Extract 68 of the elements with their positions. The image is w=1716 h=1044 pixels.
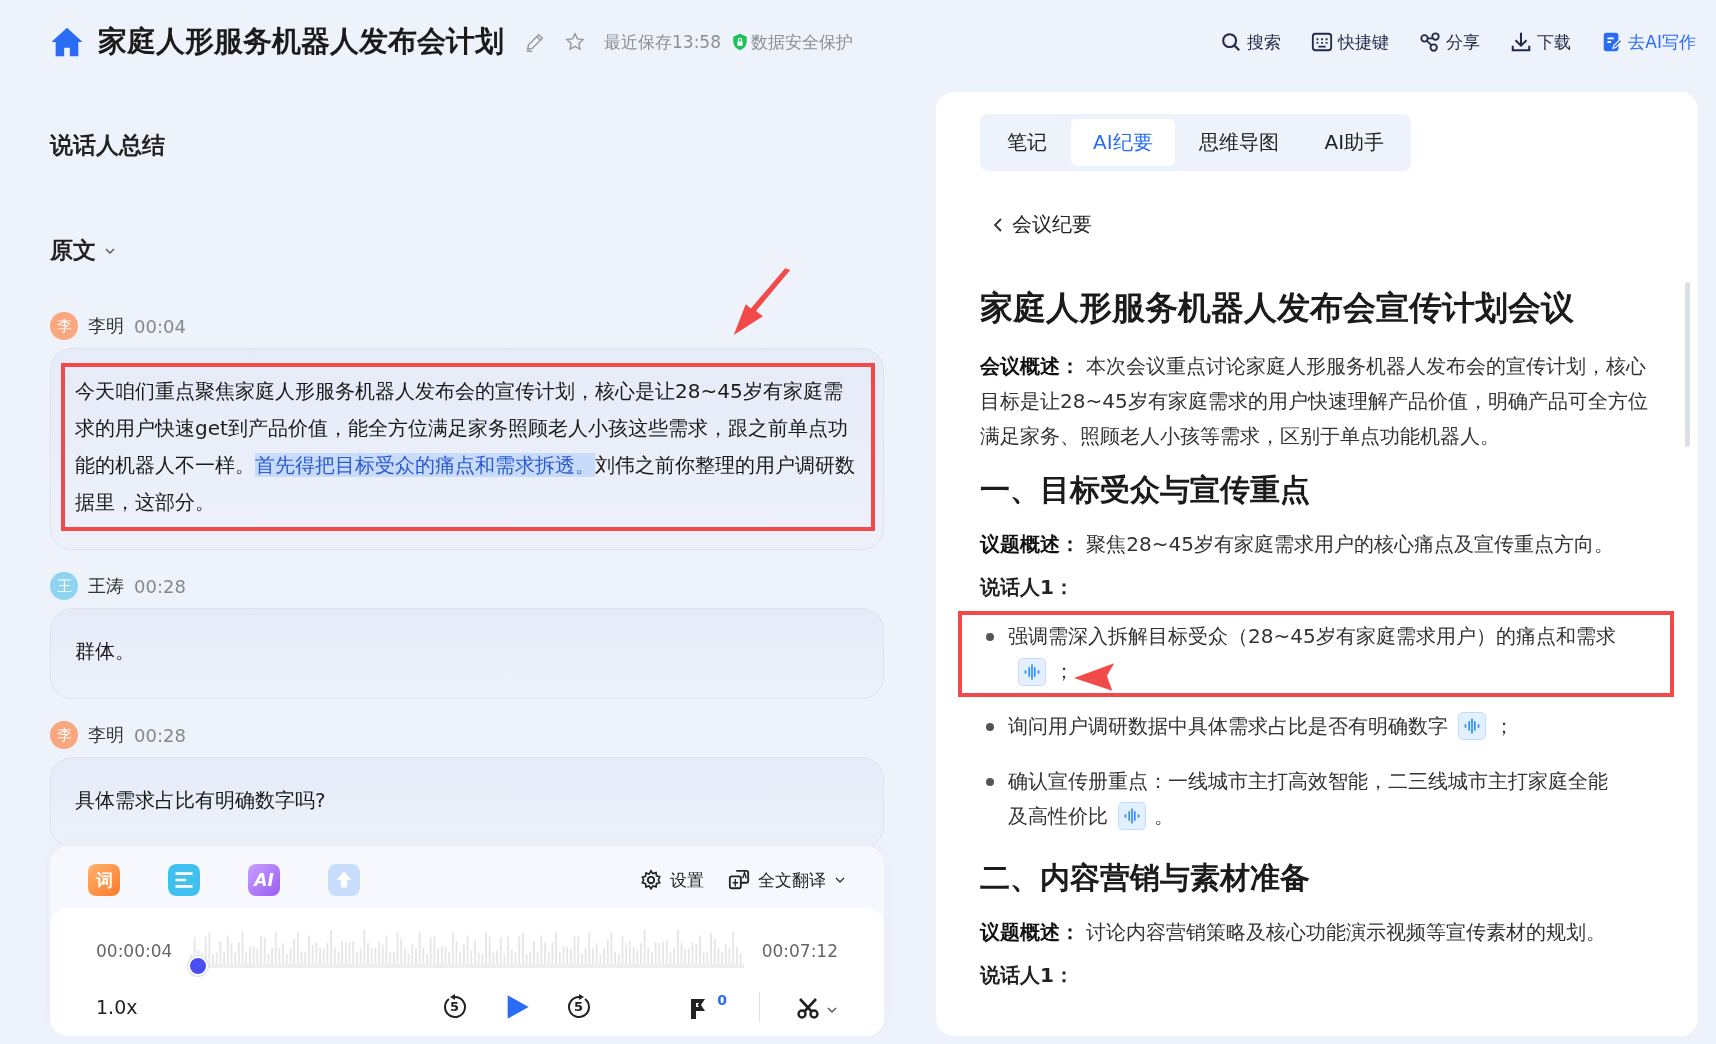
speed-button[interactable]: 1.0x — [96, 996, 216, 1018]
bullet-text: 询问用户调研数据中具体需求占比是否有明确数字 ； — [1008, 711, 1514, 742]
search-button[interactable]: 搜索 — [1220, 30, 1282, 54]
translate-button[interactable]: 全文翻译 — [728, 868, 846, 892]
section-heading: 二、内容营销与素材准备 — [980, 859, 1311, 897]
star-icon[interactable] — [564, 31, 586, 53]
write-button[interactable]: 去AI写作 — [1601, 30, 1696, 54]
annotation-arrow — [732, 268, 792, 337]
speaker-label: 说话人1： — [980, 962, 1075, 989]
audio-wave-icon[interactable] — [1458, 712, 1486, 740]
tab[interactable]: AI助手 — [1302, 119, 1407, 166]
security-label: 数据安全保护 — [751, 30, 853, 54]
total-time: 00:07:12 — [761, 941, 838, 961]
settings-icon — [640, 869, 662, 891]
download-icon — [1510, 31, 1533, 53]
home-icon[interactable] — [50, 25, 84, 59]
search-icon — [1220, 31, 1243, 53]
bullet-icon — [986, 723, 994, 731]
section-title: 说话人总结 — [50, 131, 166, 160]
shield-lock-icon — [731, 33, 749, 51]
summary-paragraph: 议题概述： 聚焦28~45岁有家庭需求用户的核心痛点及宣传重点方向。 — [980, 531, 1615, 558]
summary-paragraph: 会议概述： 本次会议重点讨论家庭人形服务机器人发布会的宣传计划，核心目标是让28~45岁有家庭需求的用户快速理解产品价值，明确产品可全方位满足家务、照顾老人小孩等需求，区别于单点功能机器人。 — [980, 353, 1649, 450]
keyboard-icon — [1311, 31, 1334, 53]
message-text: 具体需求占比有明确数字吗? — [75, 787, 327, 814]
settings-button[interactable]: 设置 — [640, 868, 704, 892]
speaker-label: 说话人1： — [980, 574, 1075, 601]
audio-wave-icon[interactable] — [1118, 802, 1146, 830]
scissors-icon[interactable] — [796, 996, 820, 1020]
chevron-left-icon — [992, 216, 1004, 233]
playhead-handle[interactable] — [187, 956, 208, 976]
share-icon — [1419, 31, 1442, 53]
speaker-name: 李明 — [88, 314, 124, 338]
speaker-name: 王涛 — [88, 574, 124, 598]
keyboard-button[interactable]: 快捷键 — [1311, 30, 1390, 54]
tab[interactable]: 笔记 — [985, 119, 1069, 166]
share-button[interactable]: 分享 — [1419, 30, 1481, 54]
bullet-icon — [986, 633, 994, 641]
speaker-avatar: 李 — [50, 721, 78, 749]
bullet-punctuation: ； — [1054, 658, 1074, 685]
speaker-avatar: 李 — [50, 312, 78, 340]
forward-button[interactable]: 5 — [564, 993, 593, 1021]
summary-paragraph: 议题概述： 讨论内容营销策略及核心功能演示视频等宣传素材的规划。 — [980, 919, 1608, 946]
download-button[interactable]: 下载 — [1510, 30, 1572, 54]
current-time: 00:00:04 — [96, 941, 173, 961]
speaker-avatar: 王 — [50, 572, 78, 600]
bullet-text: 确认宣传册重点：一线城市主打高效智能，二三线城市主打家庭全能及高性价比 。 — [1008, 768, 1609, 832]
speaker-name: 李明 — [88, 723, 124, 747]
message-text: 群体。 — [75, 638, 136, 665]
bullet-text: 强调需深入拆解目标受众（28~45岁有家庭需求用户）的痛点和需求 — [1008, 623, 1616, 650]
save-status: 最近保存13:58 — [604, 30, 721, 54]
audio-wave-icon[interactable] — [1018, 657, 1046, 686]
document-edit-icon — [1601, 31, 1624, 53]
tab[interactable]: 思维导图 — [1176, 119, 1301, 166]
summary-title: 家庭人形服务机器人发布会宣传计划会议 — [980, 287, 1575, 329]
flag-count: 0 — [717, 992, 727, 1008]
scrollbar[interactable] — [1685, 282, 1690, 447]
document-title: 家庭人形服务机器人发布会计划 — [98, 23, 504, 60]
transcript-dropdown[interactable]: 原文 — [50, 235, 116, 266]
pencil-icon[interactable] — [524, 31, 546, 53]
translate-icon — [728, 869, 750, 891]
back-link[interactable]: 会议纪要 — [992, 211, 1092, 238]
rewind-button[interactable]: 5 — [440, 993, 469, 1021]
bullet-icon — [986, 778, 994, 786]
list-icon[interactable] — [168, 864, 200, 896]
message-text: 今天咱们重点聚焦家庭人形服务机器人发布会的宣传计划，核心是让28~45岁有家庭需求的用户快速get到产品价值，能全方位满足家务照顾老人小孩这些需求，跟之前单点功能的机器人不一样。首先得把目标受众的痛点和需求拆透。刘伟之前你整理的用户调研数据里，这部分。 — [75, 378, 856, 516]
tab[interactable]: AI纪要 — [1071, 119, 1175, 166]
annotation-arrow — [1074, 663, 1116, 691]
section-heading: 一、目标受众与宣传重点 — [980, 471, 1311, 509]
